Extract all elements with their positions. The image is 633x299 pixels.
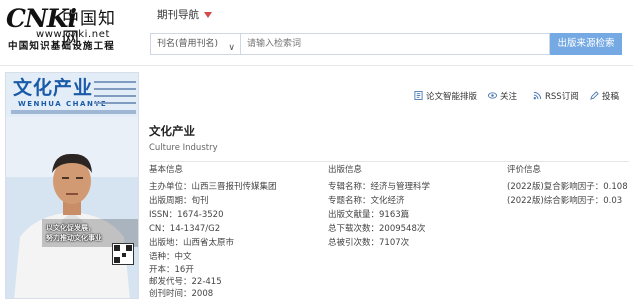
cover-portrait — [6, 117, 138, 298]
cover-caption-line1: 以文化促发展， — [46, 224, 95, 232]
logo-url: www.cnki.net — [36, 29, 110, 40]
magazine-title: 文化产业 — [149, 124, 195, 138]
info-label: 出版地： — [149, 238, 184, 248]
journal-nav-title[interactable]: 期刊导航 — [157, 8, 199, 22]
info-label: CN： — [149, 224, 170, 234]
publication-info-heading: 出版信息 — [328, 165, 363, 175]
info-row-postal-code: 邮发代号：22-415 — [149, 276, 222, 288]
info-label: 出版周期： — [149, 196, 192, 206]
eye-icon — [488, 92, 497, 99]
info-label: 语种： — [149, 252, 175, 262]
info-value: 中文 — [174, 252, 192, 262]
rss-label: RSS订阅 — [545, 92, 579, 102]
info-row-album: 专辑名称：经济与管理科学 — [328, 181, 430, 193]
info-value: 22-415 — [191, 277, 222, 287]
info-value: 7107次 — [379, 238, 410, 248]
info-value: 山西省太原市 — [183, 238, 235, 248]
info-row-cn: CN：14-1347/G2 — [149, 223, 220, 235]
submit-button[interactable]: 投稿 — [590, 90, 619, 104]
info-label: 邮发代号： — [149, 277, 192, 287]
search-input[interactable] — [240, 33, 550, 55]
info-row-place: 出版地：山西省太原市 — [149, 237, 234, 249]
cover-title: 文化产业 — [13, 77, 94, 99]
logo-subtitle: 中国知识基础设施工程 — [8, 41, 116, 52]
search-field-value: 刊名(曾用刊名) — [157, 39, 219, 49]
info-row-topic: 专题名称：文化经济 — [328, 195, 405, 207]
dropdown-arrow-icon[interactable] — [204, 12, 212, 18]
info-value: 2009548次 — [379, 224, 426, 234]
info-label: 总下载次数： — [328, 224, 380, 234]
info-label: (2022版)复合影响因子： — [507, 182, 604, 192]
submit-label: 投稿 — [602, 92, 620, 102]
info-value: 0.108 — [603, 182, 628, 192]
magazine-cover: 文化产业 WENHUA CHANYE 以文化促发展， 努力推动文化事业 — [5, 72, 139, 299]
follow-label: 关注 — [500, 92, 518, 102]
info-value: 14-1347/G2 — [169, 224, 221, 234]
info-value: 2008 — [191, 289, 214, 299]
basic-info-heading: 基本信息 — [149, 165, 184, 175]
info-value: 山西三晋报刊传媒集团 — [191, 182, 277, 192]
cover-contents-lines — [94, 77, 136, 109]
info-row-format: 开本：16开 — [149, 264, 194, 276]
info-label: 总被引次数： — [328, 238, 380, 248]
info-row-composite-if: (2022版)复合影响因子：0.108 — [507, 181, 628, 193]
info-row-citations: 总被引次数：7107次 — [328, 237, 409, 249]
rss-subscribe-button[interactable]: RSS订阅 — [533, 90, 579, 104]
info-label: 创刊时间： — [149, 289, 192, 299]
info-row-comprehensive-if: (2022版)综合影响因子：0.03 — [507, 195, 622, 207]
info-row-cycle: 出版周期：旬刊 — [149, 195, 209, 207]
info-row-downloads: 总下载次数：2009548次 — [328, 223, 425, 235]
info-value: 旬刊 — [191, 196, 209, 206]
evaluation-info-heading: 评价信息 — [507, 165, 542, 175]
rss-icon — [533, 91, 542, 100]
info-row-founded: 创刊时间：2008 — [149, 288, 213, 299]
smart-typeset-label: 论文智能排版 — [426, 92, 478, 102]
cover-stripe — [11, 110, 136, 114]
info-label: 出版文献量： — [328, 210, 380, 220]
info-label: 专辑名称： — [328, 182, 371, 192]
cnki-logo[interactable]: CNKi 中国知网 www.cnki.net 中国知识基础设施工程 — [6, 6, 130, 54]
search-field-select[interactable]: 刊名(曾用刊名) ∨ — [150, 33, 240, 55]
chevron-down-icon: ∨ — [228, 43, 235, 53]
info-row-article-count: 出版文献量：9163篇 — [328, 209, 409, 221]
qr-code-icon — [112, 243, 134, 265]
info-value: 1674-3520 — [177, 210, 224, 220]
section-divider — [149, 161, 629, 162]
pen-icon — [590, 91, 599, 100]
info-value: 经济与管理科学 — [370, 182, 431, 192]
cover-caption: 以文化促发展， 努力推动文化事业 — [46, 223, 102, 243]
follow-button[interactable]: 关注 — [488, 90, 517, 104]
info-label: ISSN： — [149, 210, 178, 220]
magazine-english-title: Culture Industry — [149, 143, 218, 153]
info-label: 专题名称： — [328, 196, 371, 206]
info-row-language: 语种：中文 — [149, 251, 192, 263]
info-row-sponsor: 主办单位：山西三晋报刊传媒集团 — [149, 181, 277, 193]
info-label: (2022版)综合影响因子： — [507, 196, 604, 206]
info-row-issn: ISSN：1674-3520 — [149, 209, 224, 221]
info-value: 0.03 — [603, 196, 623, 206]
info-label: 开本： — [149, 265, 175, 275]
source-search-button[interactable]: 出版来源检索 — [550, 33, 622, 55]
info-value: 文化经济 — [370, 196, 405, 206]
smart-typeset-button[interactable]: 论文智能排版 — [414, 90, 477, 104]
info-value: 16开 — [174, 265, 194, 275]
site-header: CNKi 中国知网 www.cnki.net 中国知识基础设施工程 期刊导航 刊… — [0, 0, 633, 66]
document-icon — [414, 91, 423, 100]
info-label: 主办单位： — [149, 182, 192, 192]
cover-caption-line2: 努力推动文化事业 — [46, 234, 102, 242]
info-value: 9163篇 — [379, 210, 410, 220]
